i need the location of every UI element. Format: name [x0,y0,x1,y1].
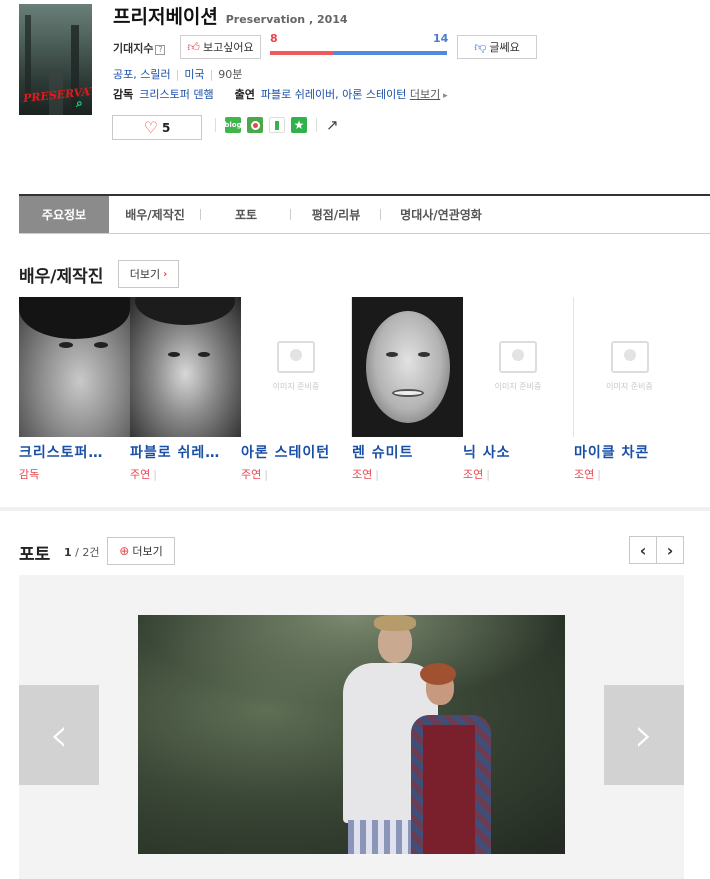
cast-card[interactable]: 렌 슈미트 조연 | [352,297,463,482]
twitter-share-icon[interactable] [269,117,285,133]
movie-meta: 공포, 스릴러 | 미국 | 90분 [113,68,243,81]
cast-photo[interactable] [352,297,463,437]
photo-section-title: 포토 [19,545,51,565]
like-count: 5 [161,120,171,135]
runtime: 90분 [218,68,243,81]
photo-prev-button[interactable]: ‹ [629,536,657,564]
photo-prev-large-button[interactable]: ‹ [19,685,99,785]
cast-card[interactable]: 이미지 준비중 닉 사소 조연 | [463,297,574,482]
tab-review[interactable]: 평점/리뷰 [291,196,381,233]
person-placeholder-icon [499,340,537,373]
cast-name[interactable]: 크리스토퍼… [19,442,130,462]
like-button[interactable]: ♡ 5 [112,115,202,140]
cast-name[interactable]: 닉 사소 [463,442,574,462]
movie-poster[interactable]: PRESERVATI ⌕ [19,4,92,115]
chevron-right-icon: ▸ [440,91,448,101]
cast-role: 주연 | [130,468,157,481]
cast-role: 주연 | [241,468,268,481]
no-image-text: 이미지 준비중 [606,381,653,391]
share-icon[interactable]: ↗ [326,116,339,134]
chevron-left-icon: ‹ [639,540,647,560]
yozm-share-icon[interactable]: ★ [291,117,307,133]
cast-card[interactable]: 이미지 준비중 마이클 차콘 조연 | [574,297,685,482]
photo-next-large-button[interactable]: › [604,685,684,785]
cast-photo[interactable]: 이미지 준비중 [463,297,574,437]
doubt-button[interactable]: 👎︎ 글쎄요 [457,35,537,59]
director-label: 감독 [113,88,134,101]
cast-photo[interactable] [19,297,130,437]
no-image-placeholder: 이미지 준비중 [574,297,685,437]
want-label: 보고싶어요 [202,42,254,54]
tab-bar: 주요정보 배우/제작진 포토 평점/리뷰 명대사/연관영화 [19,196,710,234]
cast-photo[interactable] [130,297,241,437]
cast-name[interactable]: 렌 슈미트 [352,442,463,462]
want-count: 8 [270,32,278,45]
chevron-right-icon: › [666,540,674,560]
cast-photo[interactable]: 이미지 준비중 [241,297,352,437]
help-icon[interactable]: ? [155,45,166,55]
no-image-placeholder: 이미지 준비중 [241,297,352,437]
expectation-bar [270,51,447,55]
cast-more-link[interactable]: 더보기 [410,88,440,101]
chevron-right-icon: › [634,707,654,763]
photo-next-button[interactable]: › [656,536,684,564]
cast-name[interactable]: 마이클 차콘 [574,442,685,462]
movie-subtitle: Preservation , 2014 [225,13,348,26]
cast-role: 조연 | [463,468,490,481]
want-to-see-button[interactable]: 👍︎ 보고싶어요 [180,35,261,59]
cast-label: 출연 [234,88,255,101]
cast-role: 조연 | [574,468,601,481]
cast-section-title: 배우/제작진 [19,267,104,287]
blog-share-icon[interactable]: blog [224,117,242,133]
zoom-in-icon: ⊕ [119,544,130,558]
movie-title: 프리저베이션 [113,6,218,28]
tab-photo[interactable]: 포토 [201,196,291,233]
cast-card[interactable]: 이미지 준비중 아론 스테이턴 주연 | [241,297,352,482]
no-image-placeholder: 이미지 준비중 [463,297,574,437]
tab-quotes[interactable]: 명대사/연관영화 [381,196,501,233]
no-image-text: 이미지 준비중 [494,381,542,391]
me2day-share-icon[interactable] [247,117,263,133]
director-link[interactable]: 크리스토퍼 덴햄 [139,88,213,101]
cast-name[interactable]: 파블로 쉬레… [130,442,241,462]
tab-main-info[interactable]: 주요정보 [19,196,109,233]
chevron-left-icon: ‹ [49,707,69,763]
zoom-icon[interactable]: ⌕ [76,97,88,109]
person-placeholder-icon [277,340,315,373]
person-placeholder-icon [610,340,649,373]
cast-role: 조연 | [352,468,379,481]
cast-name[interactable]: 아론 스테이턴 [241,442,352,462]
cast-link[interactable]: 파블로 쉬레이버, 아론 스테이턴 [261,88,407,101]
cast-photo[interactable]: 이미지 준비중 [574,297,685,437]
share-row: blog ★ ↗ [212,115,339,135]
expect-label: 기대지수? [113,40,166,56]
doubt-count: 14 [433,32,449,45]
genre-link[interactable]: 공포, 스릴러 [113,68,171,81]
expectation-row: 기대지수? 👍︎ 보고싶어요 8 14 👎︎ 글쎄요 [113,32,543,59]
expectation-bar-fill [270,51,334,55]
no-image-text: 이미지 준비중 [272,381,320,391]
thumb-up-icon: 👍︎ [187,39,200,54]
heart-icon: ♡ [143,117,158,137]
movie-still[interactable] [138,615,565,854]
cast-more-button[interactable]: 더보기 › [118,260,179,288]
tab-cast[interactable]: 배우/제작진 [109,196,201,233]
movie-title-row: 프리저베이션 Preservation , 2014 [113,2,348,29]
chevron-right-icon: › [163,268,168,280]
country-link[interactable]: 미국 [184,68,204,81]
photo-count: 1 / 2건 [64,546,100,559]
cast-card[interactable]: 파블로 쉬레… 주연 | [130,297,241,482]
crew-row: 감독 크리스토퍼 덴햄 출연 파블로 쉬레이버, 아론 스테이턴 더보기 ▸ [113,86,448,102]
cast-role: 감독 [19,468,40,481]
cast-card[interactable]: 크리스토퍼… 감독 [19,297,130,482]
doubt-label: 글쎄요 [489,42,520,54]
thumb-down-icon: 👎︎ [474,39,487,54]
photo-more-button[interactable]: ⊕ 더보기 [107,537,175,565]
section-divider [0,507,710,511]
